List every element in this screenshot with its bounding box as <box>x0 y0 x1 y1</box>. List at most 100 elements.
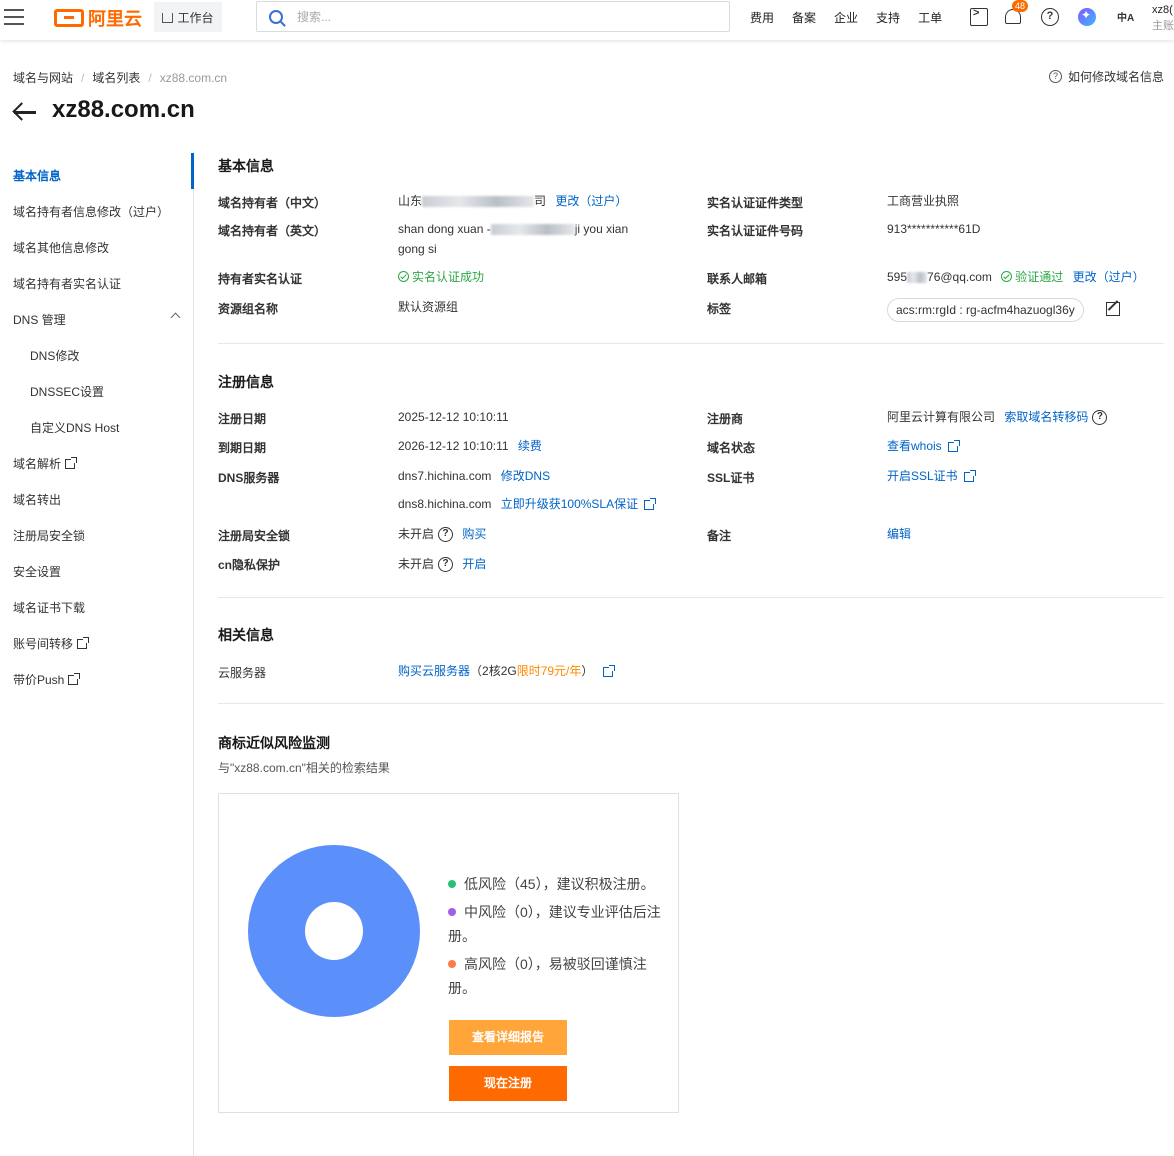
sidebar-item-dns-resolve[interactable]: 域名解析 <box>13 455 78 472</box>
page-title: xz88.com.cn <box>52 96 195 123</box>
workbench-button[interactable]: 工作台 <box>154 2 222 32</box>
language-icon[interactable]: 中A <box>1117 9 1135 27</box>
home-icon <box>162 13 174 23</box>
remark-value: 编辑 <box>887 524 911 544</box>
whois-link[interactable]: 查看whois <box>887 439 942 453</box>
section-title-trademark: 商标近似风险监测 <box>218 735 330 751</box>
divider <box>218 343 1164 344</box>
cert-type-label: 实名认证证件类型 <box>707 196 804 210</box>
cert-no-label: 实名认证证件号码 <box>707 224 804 238</box>
mid-risk-dot <box>448 908 456 917</box>
tag-chip[interactable]: acs:rm:rgId : rg-acfm4hazuogl36y <box>887 298 1084 322</box>
help-icon[interactable]: ? <box>1041 8 1059 26</box>
external-link-icon <box>603 665 616 677</box>
logo[interactable]: 阿里云 <box>54 6 142 30</box>
ai-assistant-icon[interactable] <box>1078 8 1096 26</box>
sidebar-item-dns-management[interactable]: DNS 管理 <box>13 311 66 328</box>
nav-fees[interactable]: 费用 <box>750 9 774 26</box>
resource-group-label: 资源组名称 <box>218 302 279 316</box>
breadcrumb-domains-websites[interactable]: 域名与网站 <box>13 69 73 86</box>
question-icon[interactable]: ? <box>1092 410 1108 426</box>
help-link[interactable]: ? 如何修改域名信息 <box>1048 68 1164 85</box>
nav-support[interactable]: 支持 <box>876 9 900 26</box>
view-report-button[interactable]: 查看详细报告 <box>449 1020 567 1055</box>
register-now-button[interactable]: 现在注册 <box>449 1066 567 1101</box>
legend-high-risk: 高风险（0），易被驳回谨慎注册。 <box>448 956 647 996</box>
sidebar-item-account-transfer[interactable]: 账号间转移 <box>13 635 90 652</box>
redacted-block <box>422 196 535 208</box>
dns-server-2: dns8.hichina.com 立即升级获100%SLA保证 <box>398 494 657 514</box>
sidebar-item-dnssec[interactable]: DNSSEC设置 <box>30 383 104 400</box>
low-risk-dot <box>448 880 456 889</box>
nav-enterprise[interactable]: 企业 <box>834 9 858 26</box>
buy-lock-link[interactable]: 购买 <box>462 527 486 541</box>
risk-donut-chart <box>248 845 420 1017</box>
nav-beian[interactable]: 备案 <box>792 9 816 26</box>
expire-date-label: 到期日期 <box>218 441 267 455</box>
sidebar-item-dns-modify[interactable]: DNS修改 <box>30 347 79 364</box>
buy-cloud-server-link[interactable]: 购买云服务器 <box>398 664 470 678</box>
sidebar-item-cert-download[interactable]: 域名证书下载 <box>13 599 85 616</box>
registrar-label: 注册商 <box>707 412 744 426</box>
search-box <box>256 1 730 32</box>
email-change-link[interactable]: 更改（过户） <box>1073 270 1145 284</box>
chevron-up-icon[interactable] <box>170 312 181 323</box>
cloud-server-value: 购买云服务器（2核2G限时79元/年） <box>398 661 616 681</box>
sidebar-item-price-push[interactable]: 带价Push <box>13 671 81 688</box>
reg-date-value: 2025-12-12 10:10:11 <box>398 410 509 424</box>
transfer-code-link[interactable]: 索取域名转移码 <box>1004 410 1088 424</box>
privacy-label: cn隐私保护 <box>218 558 281 572</box>
owner-cn-change-link[interactable]: 更改（过户） <box>555 194 627 208</box>
user-account[interactable]: xz8( 主账 <box>1152 2 1174 34</box>
sidebar-item-transfer-out[interactable]: 域名转出 <box>13 491 61 508</box>
sidebar-item-custom-dns-host[interactable]: 自定义DNS Host <box>30 419 119 436</box>
top-nav: 费用 备案 企业 支持 工单 <box>750 0 960 34</box>
breadcrumb-separator: / <box>148 70 152 85</box>
edit-icon[interactable] <box>1106 302 1120 316</box>
sidebar-item-realname[interactable]: 域名持有者实名认证 <box>13 275 121 292</box>
section-title-basic: 基本信息 <box>218 158 274 174</box>
section-title-registration: 注册信息 <box>218 374 274 390</box>
dns-server-label: DNS服务器 <box>218 471 280 485</box>
resource-group-value: 默认资源组 <box>398 300 459 314</box>
email-value: 595 76@qq.com 验证通过 更改（过户） <box>887 270 1145 284</box>
redacted-block <box>907 272 928 284</box>
legend-low-risk: 低风险（45），建议积极注册。 <box>448 872 663 896</box>
sidebar-item-other-info[interactable]: 域名其他信息修改 <box>13 239 109 256</box>
sidebar-item-registry-lock[interactable]: 注册局安全锁 <box>13 527 85 544</box>
nav-ticket[interactable]: 工单 <box>918 9 942 26</box>
sidebar-item-owner-change[interactable]: 域名持有者信息修改（过户） <box>13 203 169 220</box>
owner-en-value-line2: gong si <box>398 242 437 256</box>
owner-en-value: shan dong xuan - ji you xian <box>398 222 629 236</box>
workbench-label: 工作台 <box>177 10 214 25</box>
external-link-icon <box>947 440 960 452</box>
enable-ssl-link[interactable]: 开启SSL证书 <box>887 469 958 483</box>
breadcrumb-domain-list[interactable]: 域名列表 <box>92 69 140 86</box>
email-label: 联系人邮箱 <box>707 272 768 286</box>
ssl-label: SSL证书 <box>707 471 755 485</box>
help-link-label: 如何修改域名信息 <box>1067 70 1164 84</box>
enable-privacy-link[interactable]: 开启 <box>462 557 486 571</box>
check-circle-icon <box>1001 271 1013 282</box>
back-arrow-icon[interactable] <box>12 101 38 123</box>
question-icon: ? <box>1048 70 1062 83</box>
search-icon[interactable] <box>269 9 283 24</box>
question-icon[interactable]: ? <box>438 557 454 573</box>
sidebar-item-security[interactable]: 安全设置 <box>13 563 61 580</box>
edit-remark-link[interactable]: 编辑 <box>887 527 911 541</box>
upgrade-sla-link[interactable]: 立即升级获100%SLA保证 <box>501 497 638 511</box>
renew-link[interactable]: 续费 <box>518 439 542 453</box>
external-link-icon <box>77 636 90 649</box>
breadcrumb: 域名与网站 / 域名列表 / xz88.com.cn <box>13 69 227 86</box>
question-icon[interactable]: ? <box>438 527 454 543</box>
sidebar-item-basic-info[interactable]: 基本信息 <box>13 167 61 184</box>
search-input[interactable] <box>297 9 697 24</box>
sidebar-active-indicator <box>191 153 194 189</box>
owner-cn-label: 域名持有者（中文） <box>218 196 327 210</box>
menu-icon[interactable] <box>4 9 24 25</box>
external-link-icon <box>644 498 657 510</box>
terminal-icon[interactable] <box>970 7 988 26</box>
realname-label: 持有者实名认证 <box>218 272 303 286</box>
cert-type-value: 工商营业执照 <box>887 194 960 208</box>
modify-dns-link[interactable]: 修改DNS <box>501 469 550 483</box>
